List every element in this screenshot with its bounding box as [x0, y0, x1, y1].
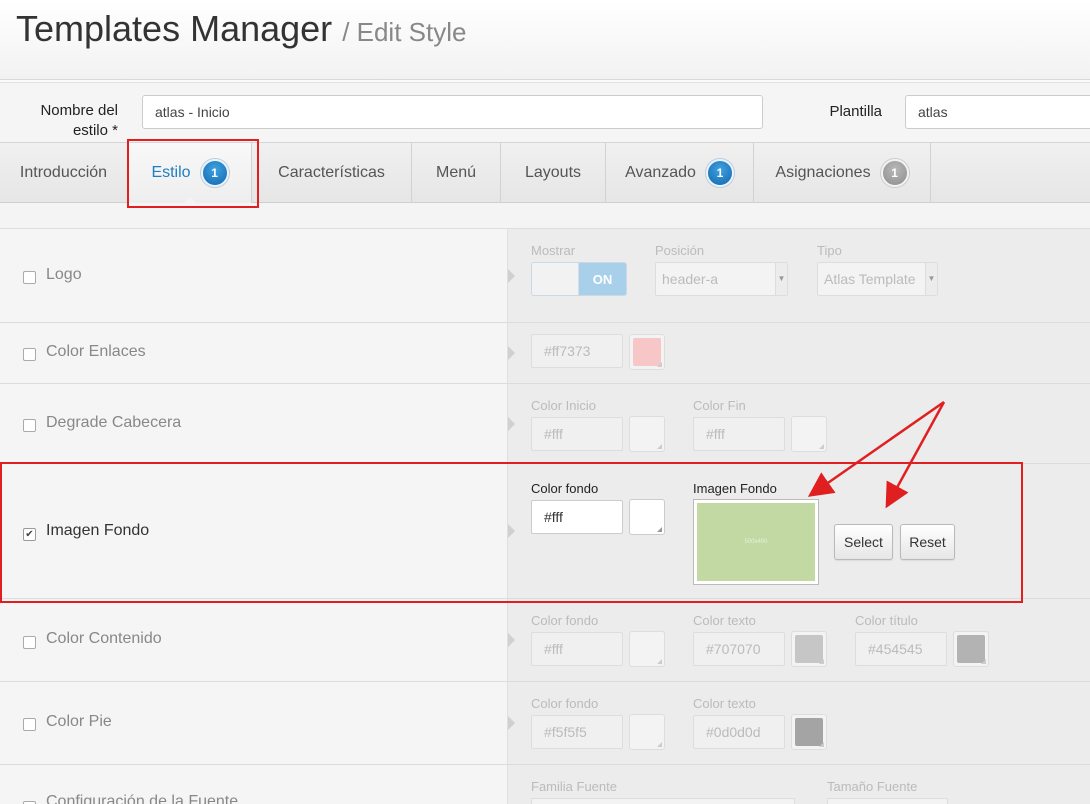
title-text: Templates Manager: [16, 8, 333, 49]
row-label: Logo: [46, 266, 82, 283]
tamano-fuente-select[interactable]: [827, 798, 948, 804]
highlight-box-imagen-fondo: [0, 462, 1023, 603]
toggle-state: ON: [579, 263, 626, 295]
tab-caracteristicas[interactable]: Características: [252, 143, 412, 203]
color-inicio-input[interactable]: #fff: [531, 417, 623, 451]
setting-row-fuente: Configuración de la Fuente Familia Fuent…: [0, 765, 1090, 804]
color-swatch[interactable]: [629, 714, 665, 750]
setting-row-degrade-cabecera: Degrade Cabecera Color Inicio #fff Color…: [0, 384, 1090, 464]
familia-fuente-select[interactable]: [531, 798, 795, 804]
row-arrow-icon: [508, 268, 515, 283]
field-label: Color fondo: [531, 696, 599, 711]
chevron-down-icon: ▼: [925, 263, 937, 295]
color-swatch[interactable]: [629, 334, 665, 370]
swatch-fill: [795, 718, 823, 746]
row-label: Degrade Cabecera: [46, 414, 182, 431]
style-name-input[interactable]: atlas - Inicio: [142, 95, 763, 129]
page-title: Templates Manager / Edit Style: [16, 8, 466, 50]
color-swatch[interactable]: [791, 714, 827, 750]
tab-badge: 1: [880, 159, 909, 187]
row-arrow-icon: [508, 346, 515, 360]
mostrar-toggle[interactable]: ON: [531, 262, 627, 296]
color-fin-input[interactable]: #fff: [693, 417, 785, 451]
field-label: Posición: [655, 243, 705, 258]
tab-badge: 1: [705, 159, 734, 187]
color-swatch[interactable]: [953, 631, 989, 667]
toggle-knob: [532, 263, 579, 295]
row-label: Color Contenido: [46, 630, 162, 647]
field-label: Color texto: [693, 696, 756, 711]
field-label: Color fondo: [531, 613, 599, 628]
tab-menu[interactable]: Menú: [412, 143, 501, 203]
tab-label: Layouts: [524, 164, 582, 181]
title-subtitle: / Edit Style: [342, 17, 467, 47]
row-label: Color Enlaces: [46, 343, 146, 360]
setting-row-color-enlaces: Color Enlaces #ff7373: [0, 323, 1090, 384]
color-enlaces-input[interactable]: #ff7373: [531, 334, 623, 368]
row-arrow-icon: [508, 416, 515, 431]
field-label: Mostrar: [531, 243, 576, 258]
tab-label: Introducción: [19, 164, 108, 181]
field-label: Color título: [855, 613, 918, 628]
setting-row-color-contenido: Color Contenido Color fondo #fff Color t…: [0, 599, 1090, 682]
field-label: Tipo: [817, 243, 842, 258]
setting-row-color-pie: Color Pie Color fondo #f5f5f5 Color text…: [0, 682, 1090, 765]
tab-introduccion[interactable]: Introducción: [0, 143, 128, 203]
template-select[interactable]: atlas: [905, 95, 1090, 129]
tipo-select[interactable]: Atlas Template ▼: [817, 262, 938, 296]
swatch-fill: [633, 338, 661, 366]
swatch-fill: [795, 635, 823, 663]
style-name-bar: Nombre del estilo * atlas - Inicio Plant…: [0, 84, 1090, 142]
color-titulo-input[interactable]: #454545: [855, 632, 947, 666]
tab-label: Menú: [435, 164, 477, 181]
color-fondo-input[interactable]: #fff: [531, 632, 623, 666]
field-label: Color texto: [693, 613, 756, 628]
color-swatch[interactable]: [791, 631, 827, 667]
style-name-label: Nombre del estilo *: [40, 102, 118, 139]
logo-checkbox[interactable]: [23, 271, 36, 284]
field-label: Color Inicio: [531, 398, 597, 413]
row-arrow-icon: [508, 633, 515, 647]
row-arrow-icon: [508, 716, 515, 730]
color-enlaces-checkbox[interactable]: [23, 348, 36, 361]
page-header: Templates Manager / Edit Style: [0, 0, 1090, 80]
select-value: Atlas Template: [824, 271, 916, 287]
color-swatch[interactable]: [791, 416, 827, 452]
tab-label: Avanzado: [625, 164, 696, 181]
color-swatch[interactable]: [629, 416, 665, 452]
color-texto-input[interactable]: #707070: [693, 632, 785, 666]
row-label: Color Pie: [46, 713, 112, 730]
color-pie-checkbox[interactable]: [23, 718, 36, 731]
color-swatch[interactable]: [629, 631, 665, 667]
field-label: Familia Fuente: [531, 779, 617, 794]
tab-layouts[interactable]: Layouts: [501, 143, 606, 203]
field-label: Color Fin: [693, 398, 746, 413]
template-label: Plantilla: [829, 103, 882, 120]
setting-row-logo: Logo Mostrar ON Posición header-a ▼ Tipo…: [0, 229, 1090, 323]
color-contenido-checkbox[interactable]: [23, 636, 36, 649]
row-label: Configuración de la Fuente: [46, 793, 239, 804]
tab-label: Características: [278, 164, 385, 181]
select-value: header-a: [662, 271, 719, 287]
swatch-fill: [957, 635, 985, 663]
tab-asignaciones[interactable]: Asignaciones 1: [754, 143, 931, 203]
chevron-down-icon: ▼: [775, 263, 787, 295]
tab-label: Asignaciones: [775, 164, 871, 181]
field-label: Tamaño Fuente: [827, 779, 918, 794]
header-divider: [0, 80, 1090, 83]
color-fondo-input[interactable]: #f5f5f5: [531, 715, 623, 749]
tab-avanzado[interactable]: Avanzado 1: [606, 143, 754, 203]
color-texto-input[interactable]: #0d0d0d: [693, 715, 785, 749]
degrade-cabecera-checkbox[interactable]: [23, 419, 36, 432]
highlight-box-estilo-tab: [127, 139, 259, 208]
posicion-select[interactable]: header-a ▼: [655, 262, 788, 296]
